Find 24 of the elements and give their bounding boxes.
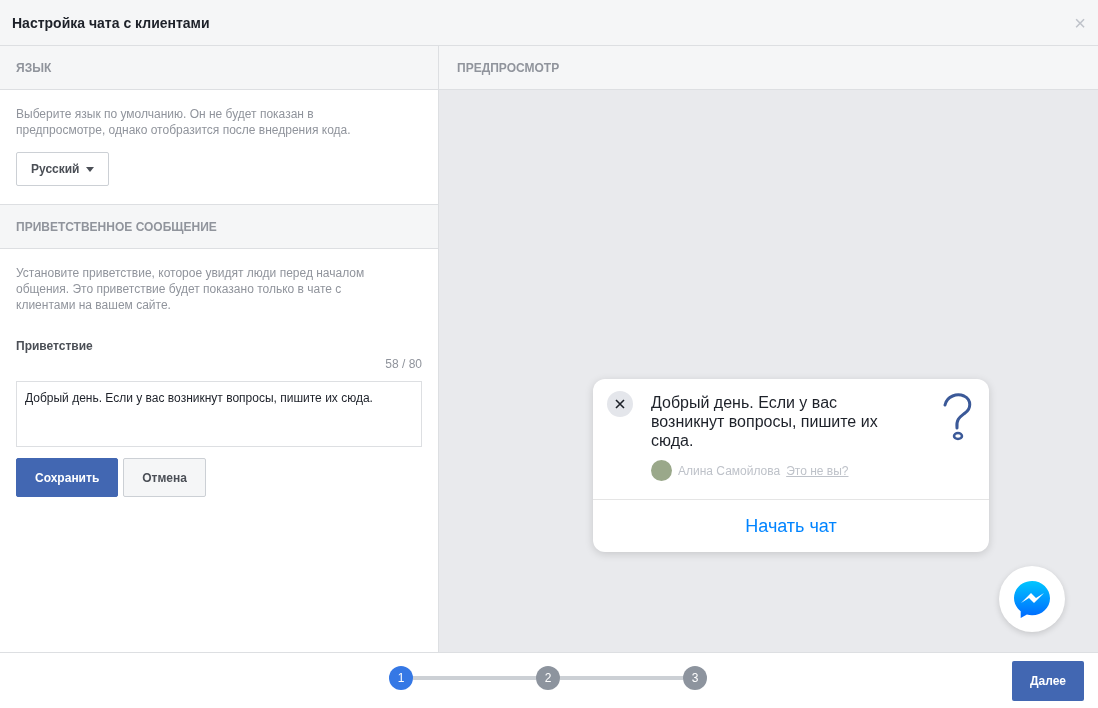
greeting-input-field[interactable]: Добрый день. Если у вас возникнут вопросы, пишите их сюда.: [16, 381, 422, 447]
close-icon[interactable]: [607, 391, 633, 417]
step-indicator[interactable]: 3: [683, 666, 707, 690]
section-header: ПРЕДПРОСМОТР: [439, 46, 1098, 90]
start-chat-button[interactable]: Начать чат: [593, 499, 989, 552]
cancel-button[interactable]: Отмена: [123, 458, 206, 497]
language-dropdown[interactable]: Русский: [16, 152, 109, 186]
step-indicator[interactable]: 2: [536, 666, 560, 690]
messenger-button[interactable]: [999, 566, 1065, 632]
messenger-icon: [1012, 579, 1052, 619]
save-button[interactable]: Сохранить: [16, 458, 119, 497]
description-text: Установите приветствие, которое увидят люди перед началом общения. Это приветствие будет показано только в чате с клиентами на вашем сайте.: [16, 265, 366, 313]
caret-icon: [85, 166, 94, 172]
description-text: Выберите язык по умолчанию. Он не будет показан в предпросмотре, однако отобразится после внедрения кода.: [16, 106, 352, 138]
avatar: [651, 460, 672, 481]
window-title: Настройка чата с клиентами: [12, 14, 210, 31]
section-header: ПРИВЕТСТВЕННОЕ СООБЩЕНИЕ: [0, 205, 438, 249]
character-counter: 58 / 80: [384, 357, 422, 371]
field-label: Приветствие: [16, 339, 94, 353]
step-indicator[interactable]: 1: [389, 666, 413, 690]
greeting-message: Добрый день. Если у вас возникнут вопросы, пишите их сюда.: [651, 393, 879, 450]
user-name: Алина Самойлова: [678, 463, 781, 478]
next-button[interactable]: Далее: [1011, 661, 1084, 701]
section-header: ЯЗЫК: [0, 46, 438, 90]
